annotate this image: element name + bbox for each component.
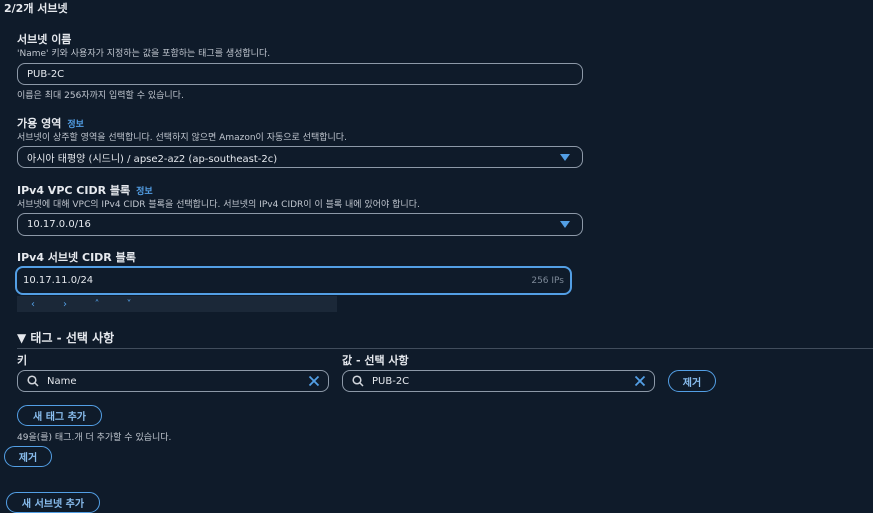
availability-zone-label: 가용 영역 정보: [17, 115, 84, 131]
tag-limit-text: 49을(를) 태그.개 더 추가할 수 있습니다.: [17, 433, 172, 443]
vpc-cidr-select[interactable]: 10.17.0.0/16: [17, 213, 583, 236]
ip-count: 256 IPs: [531, 275, 564, 286]
tag-value-label: 값 - 선택 사항: [342, 354, 409, 367]
tag-value-input[interactable]: PUB-2C: [342, 370, 655, 392]
cidr-stepper: ‹ › ˄ ˅: [17, 296, 337, 312]
availability-zone-description: 서브넷이 상주할 영역을 선택합니다. 선택하지 않으면 Amazon이 자동으…: [17, 133, 347, 143]
close-icon[interactable]: [308, 375, 320, 387]
remove-subnet-button[interactable]: 제거: [4, 446, 52, 467]
tag-value-value: PUB-2C: [372, 375, 410, 387]
subnet-name-description: 'Name' 키와 사용자가 지정하는 값을 포함하는 태그를 생성합니다.: [17, 49, 271, 59]
tag-key-value: Name: [47, 375, 77, 387]
search-icon: [352, 375, 364, 387]
divider: [17, 348, 873, 349]
vpc-cidr-label-text: IPv4 VPC CIDR 블록: [17, 184, 131, 197]
cidr-increment-right-button[interactable]: ›: [49, 296, 81, 312]
cidr-decrement-left-button[interactable]: ‹: [17, 296, 49, 312]
search-icon: [27, 375, 39, 387]
subnet-name-input[interactable]: PUB-2C: [17, 63, 583, 85]
subnet-name-label: 서브넷 이름: [17, 33, 72, 46]
subnet-name-hint: 이름은 최대 256자까지 입력할 수 있습니다.: [17, 91, 184, 101]
subnet-cidr-input[interactable]: 10.17.11.0/24 256 IPs: [15, 266, 572, 295]
tag-key-label: 키: [17, 354, 28, 367]
availability-zone-info-link[interactable]: 정보: [67, 120, 84, 130]
vpc-cidr-value: 10.17.0.0/16: [27, 219, 91, 230]
section-title: 2/2개 서브넷: [4, 2, 68, 15]
add-tag-button[interactable]: 새 태그 추가: [17, 405, 102, 426]
vpc-cidr-label: IPv4 VPC CIDR 블록 정보: [17, 182, 153, 198]
tag-key-input[interactable]: Name: [17, 370, 329, 392]
cidr-up-button[interactable]: ˄: [81, 296, 113, 312]
caret-down-icon: [560, 221, 570, 228]
vpc-cidr-description: 서브넷에 대해 VPC의 IPv4 CIDR 블록을 선택합니다. 서브넷의 I…: [17, 200, 420, 210]
vpc-cidr-info-link[interactable]: 정보: [136, 187, 153, 197]
availability-zone-select[interactable]: 아시아 태평양 (시드니) / apse2-az2 (ap-southeast-…: [17, 146, 583, 168]
availability-zone-value: 아시아 태평양 (시드니) / apse2-az2 (ap-southeast-…: [27, 153, 278, 165]
remove-tag-button[interactable]: 제거: [668, 370, 716, 392]
tags-section-toggle[interactable]: ▼ 태그 - 선택 사항: [17, 329, 114, 346]
cidr-down-button[interactable]: ˅: [113, 296, 145, 312]
close-icon[interactable]: [634, 375, 646, 387]
caret-down-icon: [560, 153, 570, 161]
subnet-name-value: PUB-2C: [27, 68, 65, 80]
subnet-cidr-label: IPv4 서브넷 CIDR 블록: [17, 251, 136, 264]
subnet-cidr-value: 10.17.11.0/24: [23, 275, 94, 286]
availability-zone-label-text: 가용 영역: [17, 117, 62, 130]
